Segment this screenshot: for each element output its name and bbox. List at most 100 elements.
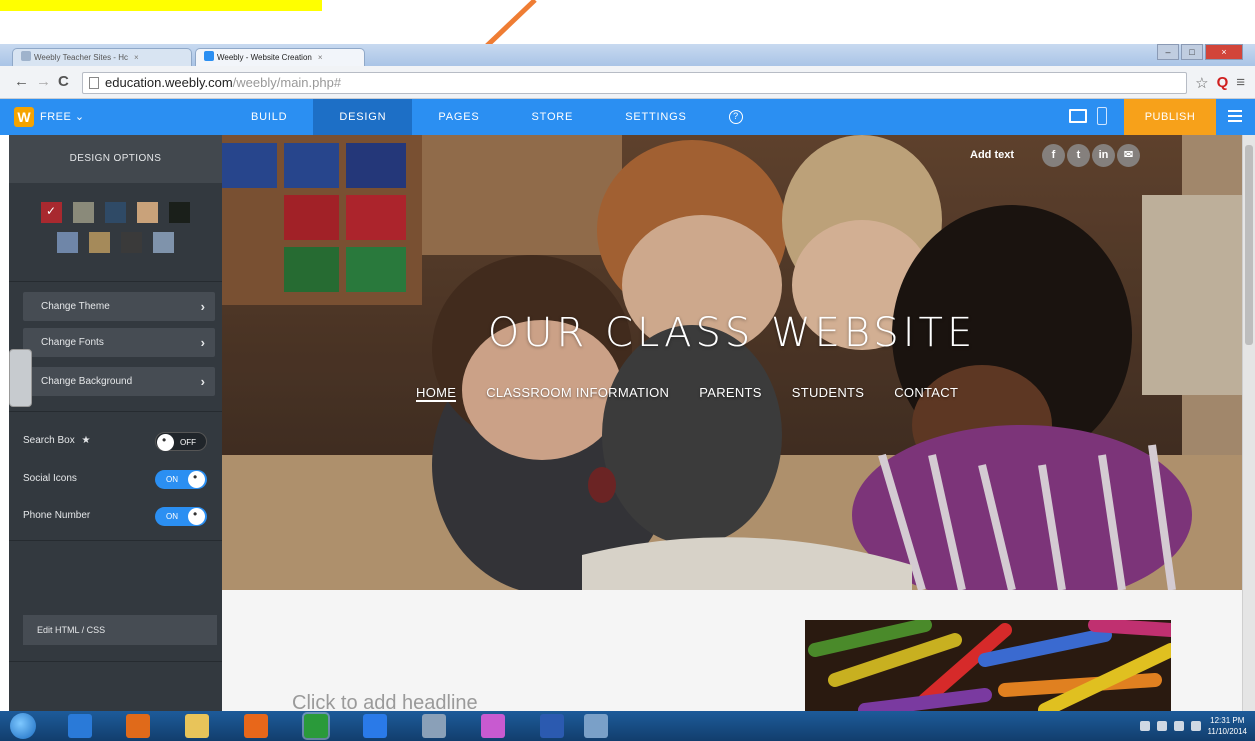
site-nav-parents[interactable]: PARENTS: [699, 385, 762, 402]
color-swatch[interactable]: [57, 232, 78, 253]
color-swatch[interactable]: [73, 202, 94, 223]
start-button-icon[interactable]: [10, 713, 36, 739]
change-fonts-button[interactable]: Change Fonts ›: [23, 328, 215, 357]
toggle-knob: [188, 470, 205, 488]
classroom-photo: [222, 135, 1242, 590]
linkedin-icon[interactable]: in: [1092, 144, 1115, 167]
paint-icon[interactable]: [481, 714, 505, 738]
firefox-icon[interactable]: [126, 714, 150, 738]
crayons-image[interactable]: [805, 620, 1171, 711]
editor-topbar: W FREE ⌄ BUILD DESIGN PAGES STORE SETTIN…: [0, 99, 1255, 135]
window-controls: – □ ×: [1157, 44, 1243, 60]
color-swatch[interactable]: [105, 202, 126, 223]
site-nav-classroom-information[interactable]: CLASSROOM INFORMATION: [486, 385, 669, 402]
divider: [9, 411, 222, 412]
button-label: Change Background: [41, 376, 133, 387]
setting-label: Social Icons: [23, 473, 77, 484]
toggle-state: ON: [166, 512, 178, 521]
tray-icon[interactable]: [1139, 721, 1150, 731]
hamburger-menu-icon[interactable]: [1228, 110, 1242, 122]
annotation-highlight: [0, 0, 322, 11]
minimize-button[interactable]: –: [1157, 44, 1179, 60]
toggle-knob: [157, 433, 174, 451]
word-icon[interactable]: [540, 714, 564, 738]
window-icon[interactable]: [584, 714, 608, 738]
site-nav: HOME CLASSROOM INFORMATION PARENTS STUDE…: [416, 385, 988, 402]
site-nav-students[interactable]: STUDENTS: [792, 385, 864, 402]
battery-icon[interactable]: [1190, 721, 1201, 731]
browser-toolbar: ← → C education.weebly.com/weebly/main.p…: [0, 66, 1255, 99]
color-swatch[interactable]: [89, 232, 110, 253]
clock-time: 12:31 PM: [1210, 716, 1245, 725]
social-icons-toggle[interactable]: ON: [155, 470, 207, 489]
color-swatch[interactable]: [121, 232, 142, 253]
star-icon[interactable]: ☆: [1195, 74, 1208, 92]
vertical-scrollbar[interactable]: [1242, 135, 1255, 711]
tab-store[interactable]: STORE: [505, 99, 599, 135]
tab-design[interactable]: DESIGN: [313, 99, 413, 135]
volume-icon[interactable]: [1173, 721, 1184, 731]
color-swatch-selected[interactable]: [41, 202, 62, 223]
help-icon[interactable]: ?: [728, 110, 743, 124]
change-background-button[interactable]: Change Background ›: [23, 367, 215, 396]
hero-banner[interactable]: Add text f t in ✉ OUR CLASS WEBSITE HOME…: [222, 135, 1242, 590]
color-swatch[interactable]: [153, 232, 174, 253]
screenshot: Weebly Teacher Sites - Hc × Weebly - Webs…: [0, 0, 1255, 741]
system-clock[interactable]: 12:31 PM 11/10/2014: [1208, 715, 1247, 737]
windows-taskbar: 12:31 PM 11/10/2014: [0, 711, 1255, 741]
publish-button[interactable]: PUBLISH: [1124, 99, 1216, 135]
change-theme-button[interactable]: Change Theme ›: [23, 292, 215, 321]
search-box-toggle[interactable]: OFF: [155, 432, 207, 451]
forward-arrow-icon[interactable]: →: [36, 73, 51, 90]
sidebar-drag-handle[interactable]: [9, 349, 32, 407]
edit-html-css-button[interactable]: Edit HTML / CSS: [23, 615, 217, 645]
setting-label: Phone Number: [23, 510, 91, 521]
headline-placeholder[interactable]: Click to add headline: [292, 692, 478, 711]
chrome-icon[interactable]: [304, 714, 328, 738]
close-icon[interactable]: ×: [134, 53, 139, 62]
tab-label: Weebly - Website Creation: [217, 53, 312, 62]
tab-label: Weebly Teacher Sites - Hc: [34, 53, 128, 62]
maximize-button[interactable]: □: [1181, 44, 1203, 60]
site-title[interactable]: OUR CLASS WEBSITE: [222, 310, 1242, 356]
site-nav-home[interactable]: HOME: [416, 385, 457, 402]
menu-icon[interactable]: ≡: [1236, 74, 1245, 92]
desktop-view-icon[interactable]: [1069, 109, 1087, 123]
twitter-icon[interactable]: t: [1067, 144, 1090, 167]
tab-settings[interactable]: SETTINGS: [599, 99, 712, 135]
network-icon[interactable]: [1156, 721, 1167, 731]
close-icon[interactable]: ×: [318, 53, 323, 62]
color-swatch[interactable]: [169, 202, 190, 223]
media-player-icon[interactable]: [244, 714, 268, 738]
dropbox-icon[interactable]: [363, 714, 387, 738]
close-window-button[interactable]: ×: [1205, 44, 1243, 60]
mobile-view-icon[interactable]: [1097, 107, 1107, 125]
email-icon[interactable]: ✉: [1117, 144, 1140, 167]
phone-number-setting: Phone Number: [23, 510, 90, 521]
site-nav-contact[interactable]: CONTACT: [894, 385, 958, 402]
document-icon[interactable]: [422, 714, 446, 738]
browser-tab[interactable]: Weebly - Website Creation ×: [195, 48, 365, 66]
weebly-logo-icon[interactable]: W: [14, 107, 34, 127]
add-text-button[interactable]: Add text: [970, 149, 1014, 161]
plan-dropdown[interactable]: FREE ⌄: [40, 110, 85, 123]
button-label: Change Theme: [41, 301, 110, 312]
chevron-right-icon: ›: [200, 335, 205, 350]
tab-pages[interactable]: PAGES: [412, 99, 505, 135]
address-bar[interactable]: education.weebly.com/weebly/main.php#: [82, 72, 1187, 94]
reload-icon[interactable]: C: [58, 73, 69, 90]
extension-icon[interactable]: Q: [1217, 74, 1229, 92]
divider: [9, 661, 222, 662]
button-label: Change Fonts: [41, 337, 104, 348]
sidebar-title: DESIGN OPTIONS: [9, 135, 222, 183]
back-arrow-icon[interactable]: ←: [14, 73, 29, 90]
internet-explorer-icon[interactable]: [68, 714, 92, 738]
scrollbar-thumb[interactable]: [1245, 145, 1253, 345]
file-explorer-icon[interactable]: [185, 714, 209, 738]
color-swatch[interactable]: [137, 202, 158, 223]
url-host: education.weebly.com: [105, 75, 233, 90]
tab-build[interactable]: BUILD: [225, 99, 313, 135]
phone-number-toggle[interactable]: ON: [155, 507, 207, 526]
facebook-icon[interactable]: f: [1042, 144, 1065, 167]
browser-tab[interactable]: Weebly Teacher Sites - Hc ×: [12, 48, 192, 66]
